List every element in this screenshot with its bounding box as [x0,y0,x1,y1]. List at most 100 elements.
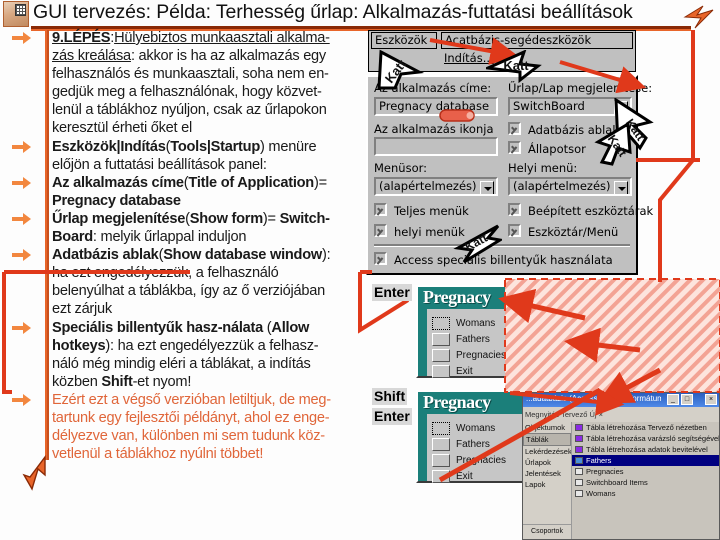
access-sidebar-item[interactable]: Objektumok [523,422,571,433]
body-text-run: előjön a futtatási beállítások panel: [52,156,267,173]
body-line: Az alkalmazás címe(Title of Application)… [12,174,367,192]
startup-settings-dialog: Az alkalmazás címe: Űrlap/Lap megjelenít… [366,75,653,275]
access-sidebar-item[interactable]: Táblák [523,433,571,446]
access-sidebar-item[interactable]: Űrlapok [523,457,571,468]
body-text-run: Show form [189,210,263,227]
body-text-run: hotkeys [52,337,106,354]
checkbox-full-menus[interactable] [374,203,387,216]
body-text-run: Az alkalmazás címe [52,174,184,191]
body-text-run: délyezve van, különben mi sem tudunk köz… [52,428,325,445]
checkbox-builtin-toolbars[interactable] [508,203,521,216]
table-icon [575,457,583,464]
checkbox-db-window[interactable] [508,122,521,135]
body-line: Speciális billentyűk hasz-nálata (Allow [12,319,367,337]
chevron-down-icon[interactable] [480,181,494,194]
table-icon [575,490,583,497]
body-text-run: zás kreálása [52,48,131,65]
localmenu-combo[interactable]: (alapértelmezés) [508,177,632,196]
body-text-run: -et nyom! [132,373,192,390]
body-text-run: )= [262,210,280,227]
body-text-run: gedjük meg a felhasználónak, hogy közvet… [52,84,322,101]
form-title: Pregnacy [423,287,491,307]
slide-body-text: 9.LÉPÉS:Hülyebiztos munkaasztali alkalma… [12,29,367,463]
body-text-run: lenül a táblákhoz nyúljon, csak az űrlap… [52,102,327,119]
body-text-run: Allow [271,319,310,336]
minimize-button[interactable]: _ [667,394,679,405]
switchboard-button-0[interactable] [432,422,450,435]
bullet-arrow-icon [12,140,32,155]
access-object-sidebar[interactable]: Objektumok Táblák Lekérdezések Űrlapok Jelen… [523,422,572,539]
access-list-item[interactable]: Switchboard Items [572,477,719,488]
slide-thumbnail-icon [3,1,29,27]
switchboard-label-3: Exit [456,366,473,377]
form-left-strip [418,309,427,376]
bullet-arrow-icon [12,32,32,46]
body-text-run: tartunk egy fejlesztői példányt, ahol ez… [52,409,330,426]
switchboard-button-0[interactable] [432,317,450,330]
switchboard-button-3[interactable] [432,470,450,483]
checkbox-toolbar-menu[interactable] [508,224,521,237]
switchboard-form-enter: Pregnacy Womans Fathers Pregnacies Exit [416,285,528,378]
switchboard-button-2[interactable] [432,454,450,467]
table-icon [575,479,583,486]
body-text-run: vetlenül a táblákhoz nyúlni többet! [52,446,264,463]
lightning-bolt-icon [683,4,714,30]
table-icon [575,446,583,453]
bullet-arrow-icon [12,212,32,227]
access-toolbar[interactable]: Megnyitás Tervező Új × [523,407,719,423]
switchboard-label-0: Womans [456,423,496,434]
switchboard-button-1[interactable] [432,438,450,451]
checkbox-statusbar[interactable] [508,141,521,154]
body-text-run: Pregnacy database [52,192,181,209]
access-object-list[interactable]: Tábla létrehozása Tervező nézetben Tábla … [572,422,719,539]
menu-item-database-tools[interactable]: Acatbázis-segédeszközök [441,32,633,49]
page-title: GUI tervezés: Példa: Terhesség űrlap: Al… [33,1,633,23]
access-sidebar-item[interactable]: Lapok [523,479,571,490]
body-line: Pregnacy database [52,192,367,210]
maximize-button[interactable]: □ [681,394,693,405]
body-line: Adatbázis ablak(Show database window): [12,246,367,264]
body-line: keresztül érheti őket el [52,119,367,137]
access-list-item[interactable]: Tábla létrehozása Tervező nézetben [572,422,719,433]
close-button[interactable]: × [705,394,717,405]
body-line: Űrlap megjelenítése(Show form)= Switch- [12,210,367,228]
body-line: zás kreálása: akkor is ha az alkalmazás … [52,47,367,65]
access-list-item[interactable]: Womans [572,488,719,499]
access-list-item[interactable]: Fathers [572,455,719,466]
switchboard-label-1: Fathers [456,439,490,450]
menubar-combo[interactable]: (alapértelmezés) [374,177,498,196]
bullet-arrow-icon [12,321,32,336]
body-text-run: belenyúlhat a táblákba, így az ő verziój… [52,283,325,300]
body-line: belenyúlhat a táblákba, így az ő verziój… [52,282,367,300]
access-sidebar-item[interactable]: Jelentések [523,468,571,479]
table-icon [575,424,583,431]
app-title-input[interactable]: Pregnacy database [374,97,498,116]
body-text-run: Switch- [279,210,330,227]
switchboard-button-3[interactable] [432,365,450,378]
access-list-item[interactable]: Tábla létrehozása varázsló segítségével [572,433,719,444]
body-text-run: ezt zárjuk [52,301,112,318]
show-form-value: SwitchBoard [513,99,585,113]
table-icon [575,468,583,475]
form-titlebar: Pregnacy [418,287,526,309]
chevron-down-icon[interactable] [614,181,628,194]
statusbar-label: Állapotsor [528,142,586,156]
switchboard-button-2[interactable] [432,349,450,362]
click-cursor-hotkeys: Katt [450,222,505,269]
access-list-item[interactable]: Pregnacies [572,466,719,477]
switchboard-label-2: Pregnacies [456,350,507,361]
body-text-run: Shift [101,373,133,390]
app-icon-input[interactable] [374,137,498,156]
access-sidebar-item[interactable]: Lekérdezések [523,446,571,457]
svg-text:Katt: Katt [503,58,529,73]
access-list-item[interactable]: Tábla létrehozása adatok bevitelével [572,444,719,455]
body-line: lenül a táblákhoz nyúljon, csak az űrlap… [52,101,367,119]
checkbox-access-hotkeys[interactable] [374,252,387,265]
switchboard-label-3: Exit [456,471,473,482]
builtin-toolbars-label: Beépített eszköztárak [528,204,654,218]
switchboard-button-1[interactable] [432,333,450,346]
bullet-arrow-icon [12,176,32,191]
access-groups-footer[interactable]: Csoportok [523,524,571,539]
checkbox-local-menus[interactable] [374,224,387,237]
body-text-run: Hülyebiztos munkaasztali alkalma- [114,30,330,46]
